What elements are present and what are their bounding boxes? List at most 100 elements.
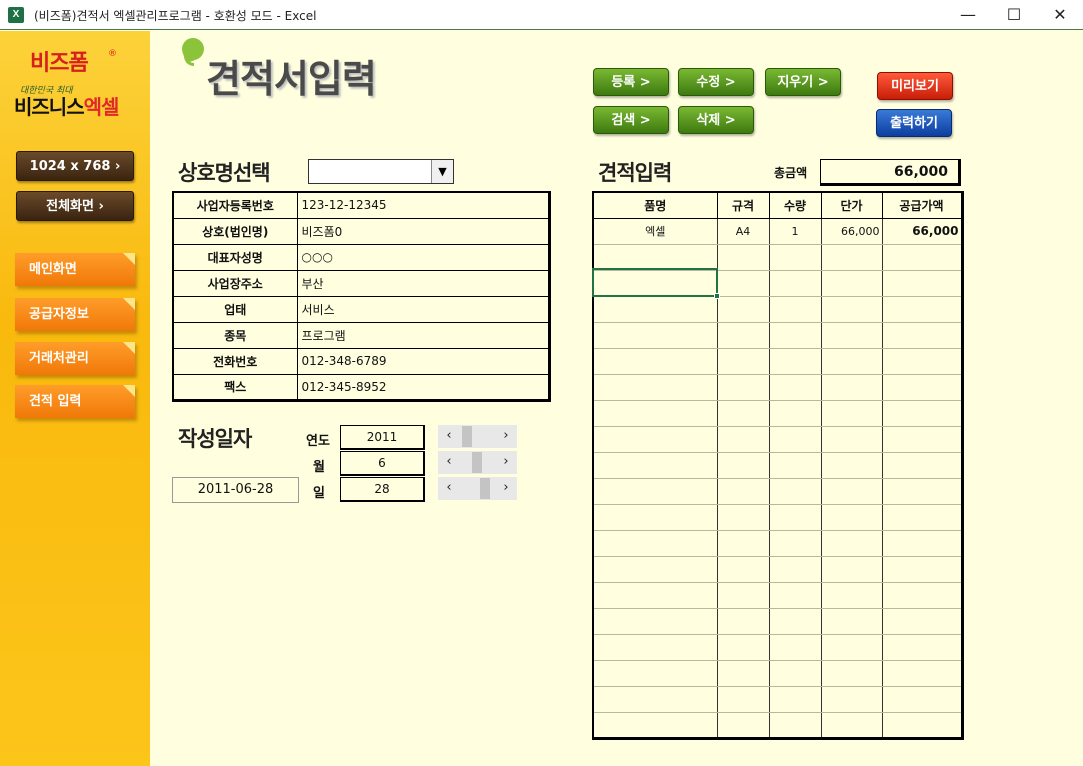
table-cell[interactable] (716, 400, 770, 427)
chevron-right-icon[interactable]: › (495, 477, 517, 500)
chevron-left-icon[interactable]: ‹ (438, 425, 460, 448)
year-scrollbar[interactable]: ‹ › (438, 425, 517, 448)
day-field[interactable]: 28 (340, 477, 425, 502)
table-cell[interactable] (881, 452, 963, 479)
table-cell[interactable]: 66,000 (820, 218, 883, 245)
table-cell[interactable] (881, 296, 963, 323)
year-field[interactable]: 2011 (340, 425, 425, 450)
chevron-left-icon[interactable]: ‹ (438, 451, 460, 474)
table-cell[interactable] (716, 452, 770, 479)
info-value[interactable]: 012-348-6789 (296, 347, 550, 375)
nav-client-management[interactable]: 거래처관리 (15, 342, 135, 375)
table-cell[interactable] (768, 686, 822, 713)
table-cell[interactable] (768, 530, 822, 557)
table-cell[interactable] (881, 530, 963, 557)
table-cell[interactable] (716, 660, 770, 687)
table-cell[interactable] (716, 504, 770, 531)
table-cell[interactable] (716, 426, 770, 453)
table-cell[interactable] (768, 712, 822, 739)
table-cell[interactable] (592, 452, 718, 479)
month-field[interactable]: 6 (340, 451, 425, 476)
table-cell[interactable] (716, 296, 770, 323)
table-cell[interactable] (820, 712, 883, 739)
table-cell[interactable] (820, 660, 883, 687)
table-cell[interactable] (820, 244, 883, 271)
table-cell[interactable] (820, 400, 883, 427)
table-cell[interactable] (881, 608, 963, 635)
table-cell[interactable] (716, 478, 770, 505)
table-cell[interactable] (716, 582, 770, 609)
table-cell[interactable] (881, 660, 963, 687)
chevron-down-icon[interactable]: ▼ (431, 160, 453, 183)
edit-button[interactable]: 수정 > (678, 68, 754, 96)
table-cell[interactable] (716, 322, 770, 349)
table-cell[interactable] (768, 400, 822, 427)
table-cell[interactable] (768, 452, 822, 479)
chevron-left-icon[interactable]: ‹ (438, 477, 460, 500)
info-value[interactable]: 012-345-8952 (296, 373, 550, 401)
table-cell[interactable] (820, 686, 883, 713)
chevron-right-icon[interactable]: › (495, 425, 517, 448)
table-cell[interactable] (881, 582, 963, 609)
nav-estimate-input[interactable]: 견적 입력 (15, 385, 135, 418)
table-cell[interactable] (820, 348, 883, 375)
table-cell[interactable] (768, 582, 822, 609)
table-cell[interactable] (768, 660, 822, 687)
table-cell[interactable] (881, 556, 963, 583)
table-cell[interactable] (592, 374, 718, 401)
table-cell[interactable] (716, 608, 770, 635)
table-cell[interactable] (716, 374, 770, 401)
table-cell[interactable] (768, 478, 822, 505)
table-cell[interactable] (768, 374, 822, 401)
table-cell[interactable] (592, 244, 718, 271)
preview-button[interactable]: 미리보기 (877, 72, 953, 100)
table-cell[interactable] (881, 478, 963, 505)
table-cell[interactable] (716, 686, 770, 713)
table-cell[interactable] (592, 634, 718, 661)
fullscreen-button[interactable]: 전체화면 › (16, 191, 134, 221)
table-cell[interactable] (881, 504, 963, 531)
year-scroll-thumb[interactable] (462, 426, 472, 447)
table-cell[interactable] (592, 270, 718, 297)
table-cell[interactable] (881, 686, 963, 713)
table-cell[interactable]: 엑셀 (592, 218, 718, 245)
full-date-field[interactable]: 2011-06-28 (172, 477, 299, 503)
table-cell[interactable] (716, 712, 770, 739)
table-cell[interactable] (820, 530, 883, 557)
table-cell[interactable] (768, 634, 822, 661)
table-cell[interactable] (716, 530, 770, 557)
table-cell[interactable] (881, 426, 963, 453)
minimize-button[interactable]: — (945, 0, 991, 30)
day-scrollbar[interactable]: ‹ › (438, 477, 517, 500)
table-cell[interactable] (820, 296, 883, 323)
print-button[interactable]: 출력하기 (876, 109, 952, 137)
day-scroll-thumb[interactable] (480, 478, 490, 499)
table-cell[interactable] (768, 322, 822, 349)
info-value[interactable]: 서비스 (296, 295, 550, 323)
table-cell[interactable] (881, 400, 963, 427)
nav-main[interactable]: 메인화면 (15, 253, 135, 286)
month-scroll-thumb[interactable] (472, 452, 482, 473)
table-cell[interactable] (592, 608, 718, 635)
table-cell[interactable] (768, 608, 822, 635)
month-scrollbar[interactable]: ‹ › (438, 451, 517, 474)
table-cell[interactable]: 1 (768, 218, 822, 245)
table-cell[interactable] (881, 374, 963, 401)
table-cell[interactable] (820, 452, 883, 479)
table-cell[interactable] (881, 712, 963, 739)
table-cell[interactable] (820, 608, 883, 635)
table-cell[interactable] (820, 504, 883, 531)
info-value[interactable]: 부산 (296, 269, 550, 297)
table-cell[interactable] (716, 634, 770, 661)
table-cell[interactable] (592, 660, 718, 687)
clear-button[interactable]: 지우기 > (765, 68, 841, 96)
company-select[interactable]: ▼ (308, 159, 454, 184)
table-cell[interactable] (716, 556, 770, 583)
table-cell[interactable]: 66,000 (881, 218, 963, 245)
table-cell[interactable] (820, 374, 883, 401)
table-cell[interactable] (820, 322, 883, 349)
table-cell[interactable]: A4 (716, 218, 770, 245)
table-cell[interactable] (592, 348, 718, 375)
table-cell[interactable] (592, 582, 718, 609)
table-cell[interactable] (592, 322, 718, 349)
